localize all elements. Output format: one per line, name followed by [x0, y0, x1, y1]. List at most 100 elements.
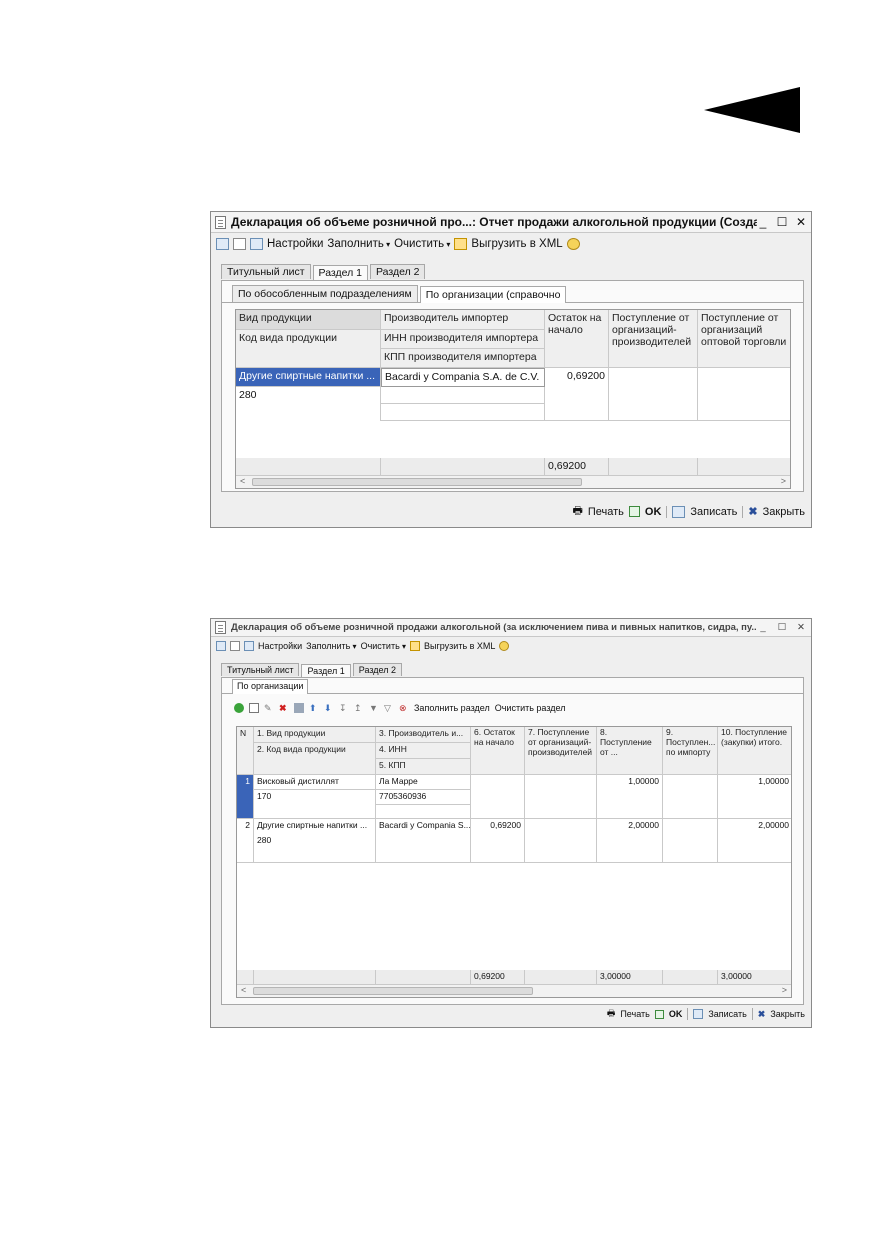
print-button[interactable]: Печать	[588, 506, 624, 518]
refresh-doc-icon[interactable]	[233, 238, 246, 250]
ok-button[interactable]: OK	[669, 1009, 683, 1019]
col-producer[interactable]: 3. Производитель и...	[376, 727, 471, 743]
cell-product-code[interactable]: 280	[254, 834, 376, 863]
cell-inn[interactable]: 7705360936	[376, 790, 471, 805]
copy-row-icon[interactable]	[249, 703, 259, 713]
col-from-producers[interactable]: 7. Поступление от организаций-производит…	[525, 727, 597, 775]
tab-title-page[interactable]: Титульный лист	[221, 264, 311, 279]
scroll-right-icon[interactable]: >	[781, 476, 786, 486]
cell-total[interactable]: 1,00000	[718, 775, 791, 819]
row-number[interactable]: 1	[237, 775, 254, 819]
cell-kpp[interactable]	[376, 805, 471, 819]
fill-section-button[interactable]: Заполнить раздел	[414, 703, 490, 713]
clear-filter-icon[interactable]: ⊗	[399, 703, 409, 713]
tab-title-page[interactable]: Титульный лист	[221, 663, 300, 676]
cell-product-code[interactable]: 170	[254, 790, 376, 819]
tab-section-1[interactable]: Раздел 1	[312, 265, 369, 280]
save-button[interactable]: Записать	[690, 506, 737, 518]
cell-import[interactable]	[663, 775, 718, 819]
cell-product-type[interactable]: Другие спиртные напитки ...	[254, 819, 376, 834]
close-button[interactable]: Закрыть	[763, 506, 805, 518]
filter-settings-icon[interactable]: ▽	[384, 703, 394, 713]
data-grid[interactable]: Вид продукции Код вида продукции Произво…	[235, 309, 791, 489]
cell-producer[interactable]: Bacardi y Compania S.A. de C.V.	[381, 368, 545, 387]
cell-product-type[interactable]: Вискoвый дистиллят	[254, 775, 376, 790]
close-icon[interactable]: ✕	[795, 215, 807, 229]
cell-product-code[interactable]: 280	[236, 387, 381, 421]
close-button[interactable]: Закрыть	[770, 1009, 805, 1019]
cell-kpp[interactable]	[381, 404, 545, 421]
cell-balance[interactable]	[471, 775, 525, 819]
cell-from-producers[interactable]	[525, 819, 597, 863]
ok-button[interactable]: OK	[645, 506, 662, 518]
cell-from-producers[interactable]	[525, 775, 597, 819]
cell-balance[interactable]: 0,69200	[545, 368, 609, 421]
scroll-right-icon[interactable]: >	[782, 985, 787, 995]
cell-producer[interactable]: Bacardi y Compania S...	[376, 819, 471, 863]
cell-producer[interactable]: Ла Марре	[376, 775, 471, 790]
scroll-left-icon[interactable]: <	[240, 476, 245, 486]
horizontal-scrollbar[interactable]: < >	[237, 984, 791, 997]
cell-from-producers[interactable]	[609, 368, 698, 421]
export-xml-button[interactable]: Выгрузить в XML	[471, 238, 562, 250]
help-icon[interactable]	[566, 238, 580, 250]
tab-section-1[interactable]: Раздел 1	[301, 664, 351, 677]
fill-dropdown[interactable]: Заполнить	[327, 238, 390, 250]
end-edit-icon[interactable]	[294, 703, 304, 713]
col-kpp[interactable]: 5. КПП	[376, 759, 471, 775]
cell-receipt[interactable]: 1,00000	[597, 775, 663, 819]
sort-desc-icon[interactable]: ↥	[354, 703, 364, 713]
tab-section-2[interactable]: Раздел 2	[352, 663, 402, 676]
col-kpp[interactable]: КПП производителя импортера	[381, 349, 545, 368]
cell-receipt[interactable]: 2,00000	[597, 819, 663, 863]
cell-inn[interactable]	[381, 387, 545, 404]
col-total[interactable]: 10. Поступление (закупки) итого.	[718, 727, 791, 775]
settings-button[interactable]: Настройки	[258, 641, 302, 651]
scroll-thumb[interactable]	[252, 478, 582, 486]
col-from-producers[interactable]: Поступление от организаций-производителе…	[609, 310, 698, 368]
minimize-icon[interactable]: _	[757, 622, 769, 633]
refresh-doc-icon[interactable]	[230, 640, 240, 651]
col-product-type[interactable]: 1. Вид продукции	[254, 727, 376, 743]
fill-dropdown[interactable]: Заполнить	[306, 641, 356, 651]
col-inn[interactable]: 4. ИНН	[376, 743, 471, 759]
subtab-by-organization[interactable]: По организации (справочно	[419, 286, 567, 303]
close-icon[interactable]: ✕	[795, 622, 807, 633]
col-inn[interactable]: ИНН производителя импортера	[381, 330, 545, 349]
clear-dropdown[interactable]: Очистить	[394, 238, 450, 250]
col-balance[interactable]: Остаток на начало	[545, 310, 609, 368]
col-balance[interactable]: 6. Остаток на начало	[471, 727, 525, 775]
scroll-left-icon[interactable]: <	[241, 985, 246, 995]
settings-button[interactable]: Настройки	[267, 238, 323, 250]
cell-balance[interactable]: 0,69200	[471, 819, 525, 863]
row-number[interactable]: 2	[237, 819, 254, 863]
subtab-separate-divisions[interactable]: По обособленным подразделениям	[232, 285, 418, 302]
maximize-icon[interactable]: ☐	[776, 622, 788, 633]
minimize-icon[interactable]: _	[757, 215, 769, 229]
subtab-by-organization[interactable]: По организации	[232, 679, 309, 694]
col-n[interactable]: N	[237, 727, 254, 775]
move-down-icon[interactable]: ⬇	[324, 703, 334, 713]
filter-icon[interactable]: ▼	[369, 703, 379, 713]
add-row-icon[interactable]	[234, 703, 244, 713]
move-up-icon[interactable]: ⬆	[309, 703, 319, 713]
col-product-code[interactable]: 2. Код вида продукции	[254, 743, 376, 775]
export-xml-button[interactable]: Выгрузить в XML	[424, 641, 495, 651]
horizontal-scrollbar[interactable]: < >	[236, 475, 790, 488]
structure-icon[interactable]	[216, 238, 229, 250]
cell-from-wholesale[interactable]	[698, 368, 790, 421]
cell-import[interactable]	[663, 819, 718, 863]
edit-pencil-icon[interactable]: ✎	[264, 703, 274, 713]
tab-section-2[interactable]: Раздел 2	[370, 264, 426, 279]
structure-icon[interactable]	[216, 640, 226, 651]
cell-product-type[interactable]: Другие спиртные напитки ...	[236, 368, 381, 387]
clear-dropdown[interactable]: Очистить	[361, 641, 406, 651]
col-producer[interactable]: Производитель импортер	[381, 310, 545, 330]
scroll-thumb[interactable]	[253, 987, 533, 995]
print-button[interactable]: Печать	[620, 1009, 649, 1019]
col-product-code[interactable]: Код вида продукции	[236, 330, 381, 368]
col-import[interactable]: 9. Поступлен... по импорту	[663, 727, 718, 775]
maximize-icon[interactable]: ☐	[776, 215, 788, 229]
col-product-type[interactable]: Вид продукции	[236, 310, 381, 330]
data-grid[interactable]: N 1. Вид продукции 2. Код вида продукции…	[236, 726, 792, 998]
